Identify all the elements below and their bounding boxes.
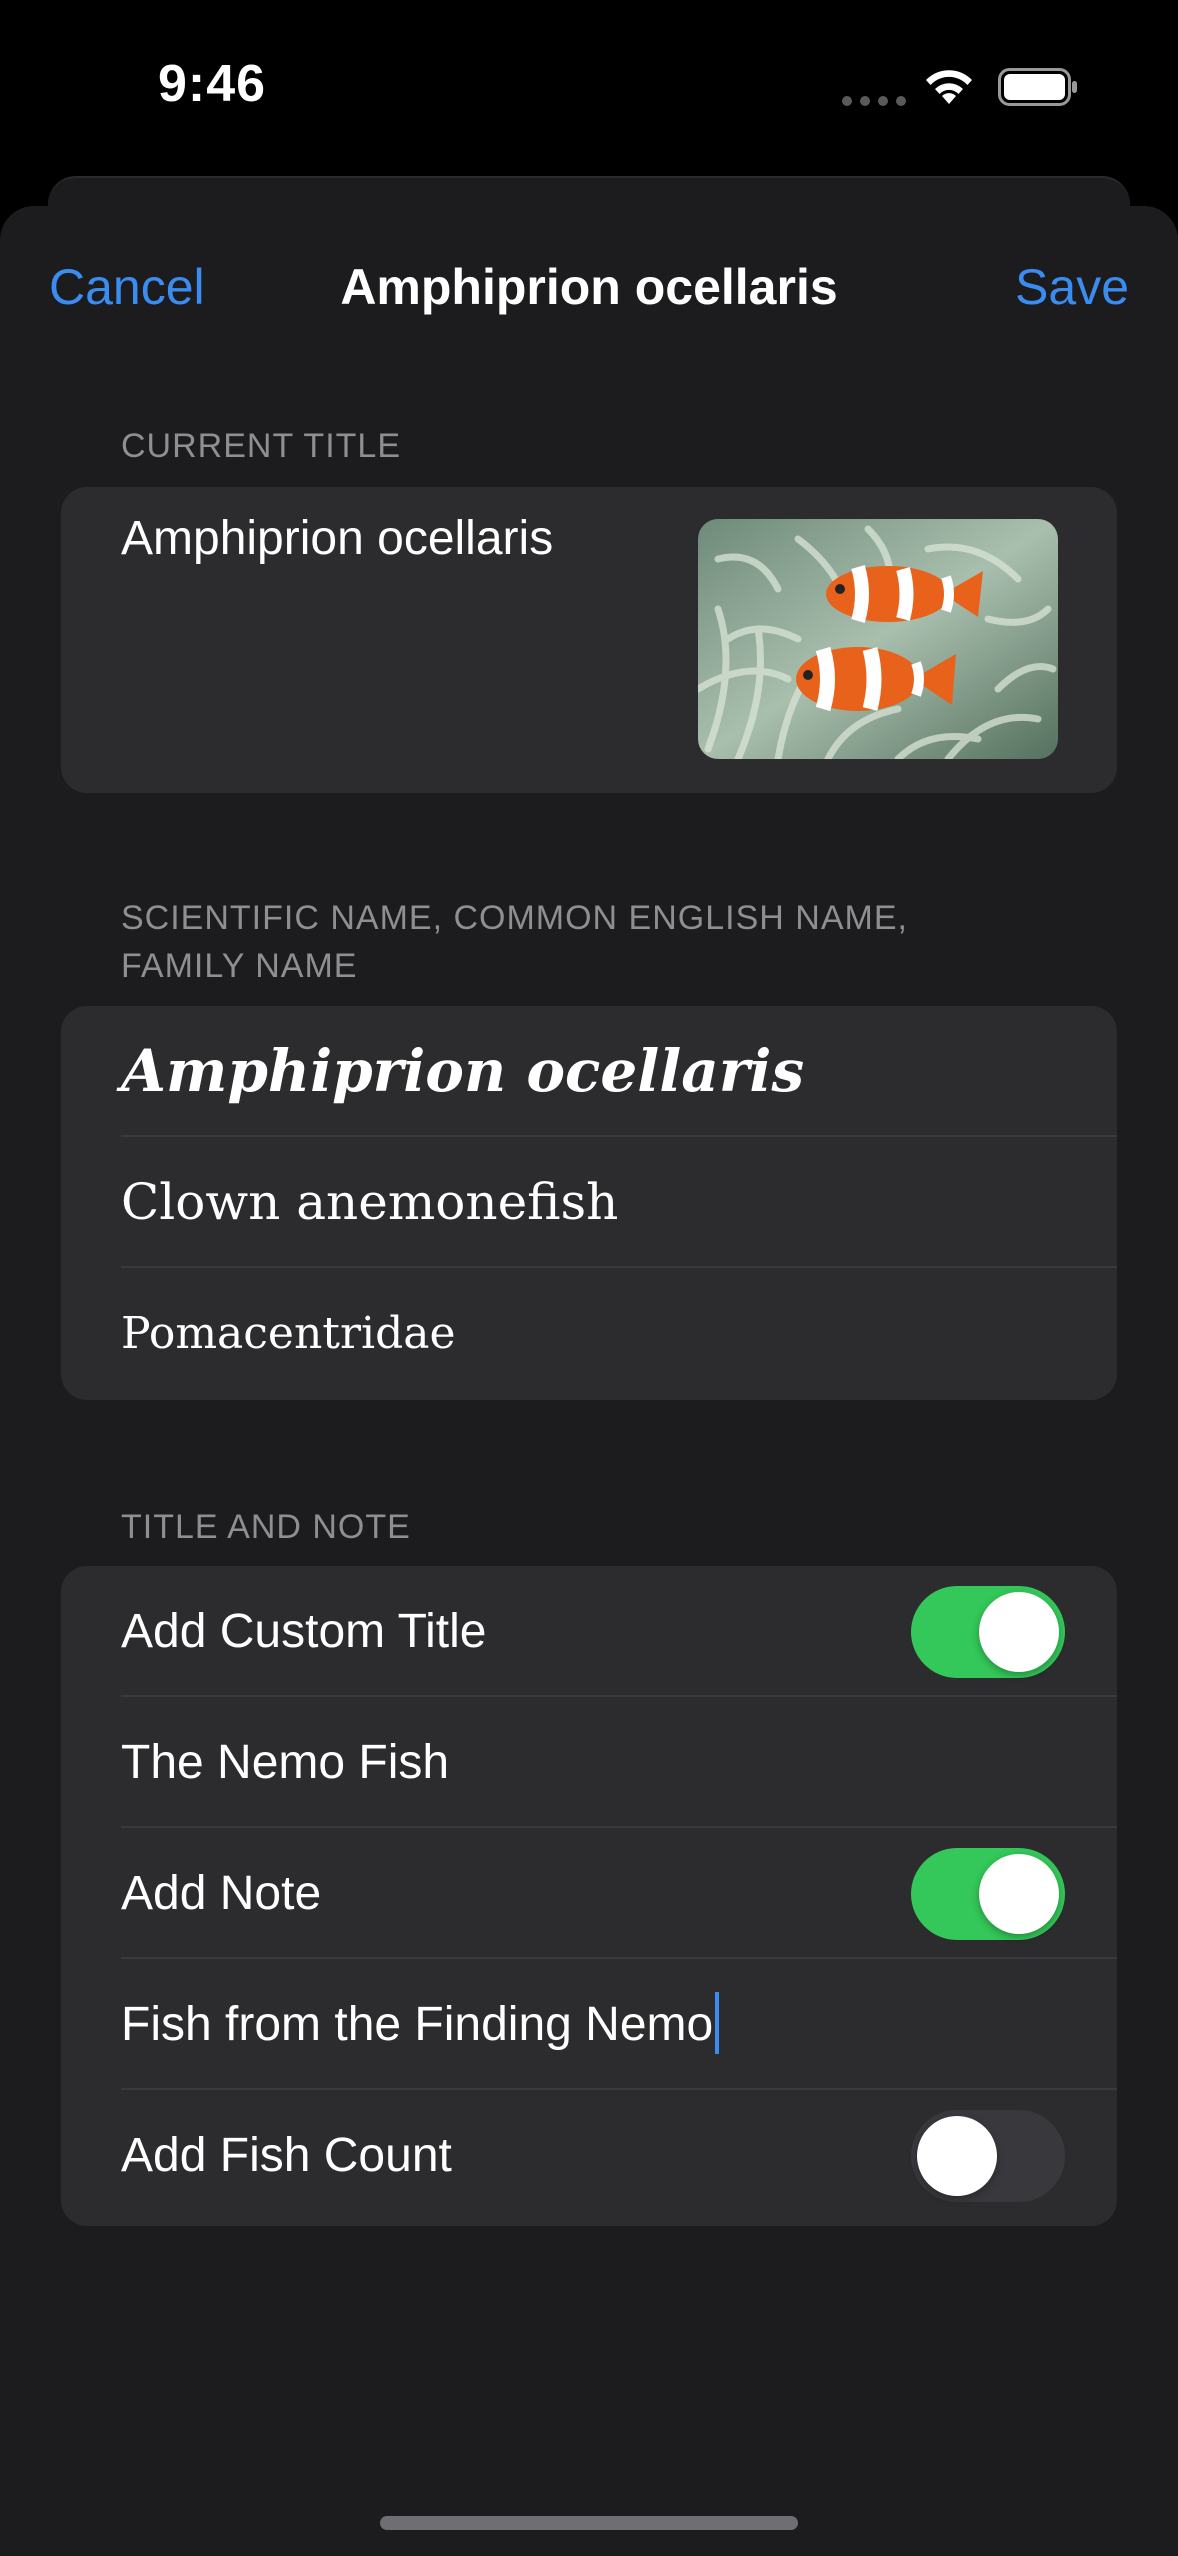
add-custom-title-row: Add Custom Title <box>61 1566 1117 1697</box>
add-custom-title-label: Add Custom Title <box>121 1605 487 1658</box>
add-note-label: Add Note <box>121 1867 322 1920</box>
add-note-toggle[interactable] <box>911 1848 1065 1940</box>
home-indicator[interactable] <box>380 2516 798 2530</box>
fish-image <box>698 519 1058 759</box>
names-card: Amphiprion ocellaris Clown anemonefish P… <box>61 1006 1117 1400</box>
note-field[interactable]: Fish from the Finding Nemo <box>121 1959 720 2090</box>
toggle-knob <box>979 1592 1059 1672</box>
page-title: Amphiprion ocellaris <box>340 259 838 315</box>
scientific-name: Amphiprion ocellaris <box>121 1037 805 1105</box>
current-title-header: CURRENT TITLE <box>121 427 402 465</box>
names-header-line1: SCIENTIFIC NAME, COMMON ENGLISH NAME, <box>121 899 908 937</box>
scientific-name-row[interactable]: Amphiprion ocellaris <box>61 1006 1117 1137</box>
toggle-knob <box>979 1854 1059 1934</box>
custom-title-toggle[interactable] <box>911 1586 1065 1678</box>
title-note-header: TITLE AND NOTE <box>121 1508 411 1546</box>
text-cursor <box>715 1992 720 2055</box>
names-header-line2: FAMILY NAME <box>121 947 358 985</box>
add-fish-count-label: Add Fish Count <box>121 2129 452 2182</box>
family-name-row[interactable]: Pomacentridae <box>61 1268 1117 1399</box>
toggle-knob <box>917 2116 997 2196</box>
add-fish-count-row: Add Fish Count <box>61 2090 1117 2221</box>
title-note-card: Add Custom Title The Nemo Fish Add Note … <box>61 1566 1117 2226</box>
common-name: Clown anemonefish <box>121 1173 619 1231</box>
fish-count-toggle[interactable] <box>911 2110 1065 2202</box>
common-name-row[interactable]: Clown anemonefish <box>61 1137 1117 1268</box>
custom-title-field[interactable]: The Nemo Fish <box>121 1697 449 1828</box>
family-name: Pomacentridae <box>121 1308 456 1359</box>
cellular-signal-icon <box>842 96 906 106</box>
note-text: Fish from the Finding Nemo <box>121 1998 714 2051</box>
status-bar: 9:46 <box>0 0 1178 170</box>
current-title-card: Amphiprion ocellaris <box>61 487 1117 793</box>
add-note-row: Add Note <box>61 1828 1117 1959</box>
status-time: 9:46 <box>158 55 267 113</box>
battery-icon <box>998 68 1077 106</box>
note-row[interactable]: Fish from the Finding Nemo <box>61 1959 1117 2090</box>
custom-title-row[interactable]: The Nemo Fish <box>61 1697 1117 1828</box>
save-button[interactable]: Save <box>1015 258 1129 316</box>
current-title-name: Amphiprion ocellaris <box>121 512 554 565</box>
wifi-icon <box>926 70 972 104</box>
